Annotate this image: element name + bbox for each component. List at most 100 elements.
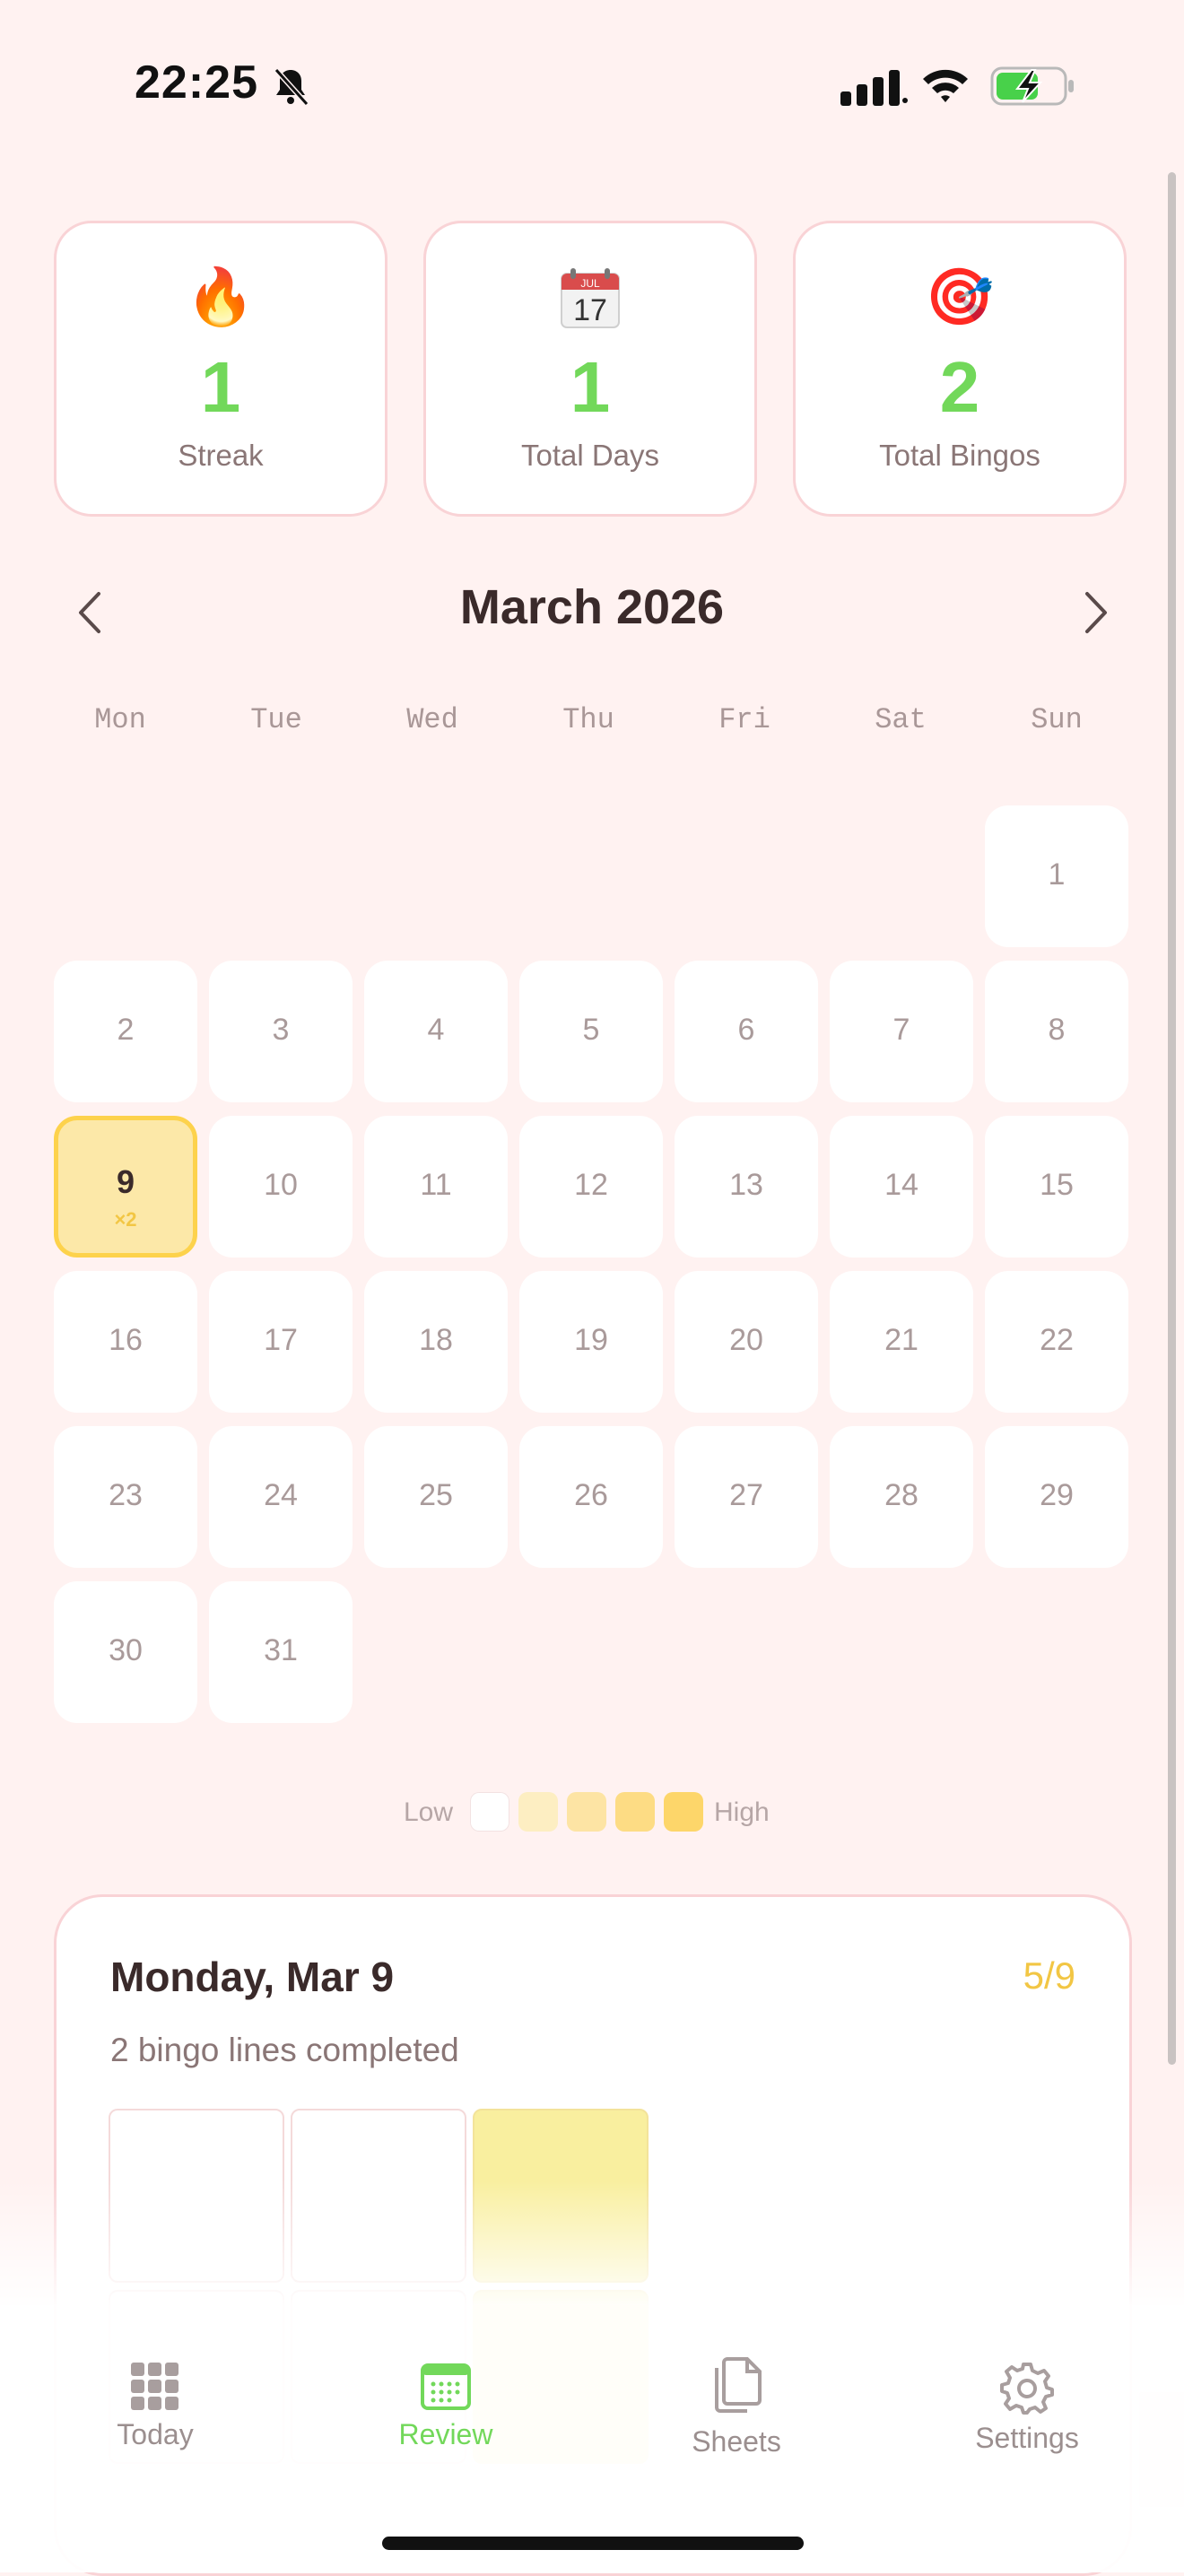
- tab-today-label: Today: [117, 2418, 194, 2450]
- calendar-day-6[interactable]: 6: [675, 961, 818, 1102]
- weekday-mon: Mon: [94, 703, 146, 736]
- calendar-day-2[interactable]: 2: [54, 961, 197, 1102]
- cellular-signal-icon: [840, 70, 908, 106]
- calendar-day-number: 22: [1040, 1323, 1074, 1357]
- legend-swatch-4: [664, 1792, 703, 1832]
- calendar-day-number: 8: [1048, 1013, 1066, 1047]
- calendar-icon-day: 17: [573, 293, 607, 327]
- stat-card-total-bingos: 🎯 2 Total Bingos: [793, 221, 1127, 517]
- detail-score: 5/9: [1023, 1954, 1075, 1997]
- calendar-day-number: 12: [574, 1168, 608, 1202]
- calendar-day-number: 24: [264, 1478, 298, 1512]
- calendar-day-number: 27: [729, 1478, 763, 1512]
- calendar-day-number: 6: [737, 1013, 755, 1047]
- documents-icon: [588, 2355, 884, 2413]
- calendar-day-11[interactable]: 11: [364, 1116, 508, 1258]
- calendar-day-number: 5: [582, 1013, 600, 1047]
- total-days-label: Total Days: [520, 439, 660, 472]
- tab-bar-fade: [0, 2180, 1184, 2305]
- calendar-day-17[interactable]: 17: [209, 1271, 353, 1413]
- calendar-day-20[interactable]: 20: [675, 1271, 818, 1413]
- calendar-icon-month: JUL: [580, 277, 600, 290]
- calendar-day-1[interactable]: 1: [985, 805, 1128, 947]
- calendar-day-10[interactable]: 10: [209, 1116, 353, 1258]
- calendar-day-5[interactable]: 5: [519, 961, 663, 1102]
- weekday-sat: Sat: [875, 703, 927, 736]
- weekday-thu: Thu: [562, 703, 614, 736]
- calendar-day-number: 10: [264, 1168, 298, 1202]
- month-title: March 2026: [459, 580, 725, 634]
- calendar-day-number: 18: [419, 1323, 453, 1357]
- calendar-day-24[interactable]: 24: [209, 1426, 353, 1568]
- detail-subtitle: 2 bingo lines completed: [110, 2032, 459, 2068]
- tab-review[interactable]: Review: [298, 2305, 594, 2485]
- calendar-day-number: 21: [884, 1323, 918, 1357]
- battery-charging-icon: [990, 66, 1074, 106]
- calendar-day-bingo-count: ×2: [114, 1208, 137, 1231]
- calendar-day-number: 31: [264, 1633, 298, 1667]
- calendar-day-25[interactable]: 25: [364, 1426, 508, 1568]
- scrollbar[interactable]: [1168, 172, 1176, 2065]
- calendar-day-27[interactable]: 27: [675, 1426, 818, 1568]
- calendar-day-number: 26: [574, 1478, 608, 1512]
- legend-swatch-1: [518, 1792, 558, 1832]
- calendar-day-22[interactable]: 22: [985, 1271, 1128, 1413]
- tab-settings[interactable]: Settings: [879, 2305, 1175, 2485]
- target-icon: 🎯: [925, 266, 995, 328]
- chevron-right-icon[interactable]: [1067, 583, 1121, 642]
- legend-swatch-3: [615, 1792, 655, 1832]
- calendar-day-number: 20: [729, 1323, 763, 1357]
- legend-high-label: High: [714, 1797, 770, 1827]
- calendar-day-3[interactable]: 3: [209, 961, 353, 1102]
- calendar-day-number: 29: [1040, 1478, 1074, 1512]
- calendar-day-8[interactable]: 8: [985, 961, 1128, 1102]
- calendar-day-number: 23: [109, 1478, 143, 1512]
- calendar-day-12[interactable]: 12: [519, 1116, 663, 1258]
- tab-sheets-label: Sheets: [692, 2425, 781, 2458]
- legend-swatch-0: [470, 1792, 509, 1832]
- calendar-day-23[interactable]: 23: [54, 1426, 197, 1568]
- calendar-day-21[interactable]: 21: [830, 1271, 973, 1413]
- grid-icon: [7, 2361, 303, 2418]
- bell-slash-icon: [274, 67, 309, 107]
- tab-today[interactable]: Today: [7, 2305, 303, 2485]
- legend-low-label: Low: [404, 1797, 454, 1827]
- calendar-day-28[interactable]: 28: [830, 1426, 973, 1568]
- calendar-day-4[interactable]: 4: [364, 961, 508, 1102]
- calendar-day-9[interactable]: 9 ×2: [54, 1116, 197, 1258]
- tab-bar: Today Review Sheets Settings: [0, 2305, 1184, 2572]
- weekday-fri: Fri: [718, 703, 770, 736]
- calendar-day-number: 28: [884, 1478, 918, 1512]
- calendar-day-13[interactable]: 13: [675, 1116, 818, 1258]
- legend-swatch-2: [567, 1792, 606, 1832]
- calendar-day-31[interactable]: 31: [209, 1581, 353, 1723]
- status-bar: 22:25: [0, 0, 1184, 170]
- tab-sheets[interactable]: Sheets: [588, 2305, 884, 2485]
- calendar-day-15[interactable]: 15: [985, 1116, 1128, 1258]
- total-bingos-value: 2: [939, 347, 980, 427]
- home-indicator[interactable]: [382, 2537, 804, 2550]
- tab-review-label: Review: [398, 2418, 493, 2450]
- status-time: 22:25: [135, 57, 258, 109]
- tab-settings-label: Settings: [975, 2422, 1079, 2454]
- calendar-day-29[interactable]: 29: [985, 1426, 1128, 1568]
- calendar-day-number: 17: [264, 1323, 298, 1357]
- calendar-day-number: 9: [116, 1163, 135, 1200]
- calendar-day-number: 16: [109, 1323, 143, 1357]
- total-days-value: 1: [570, 347, 611, 427]
- calendar-day-19[interactable]: 19: [519, 1271, 663, 1413]
- calendar-day-16[interactable]: 16: [54, 1271, 197, 1413]
- calendar-day-26[interactable]: 26: [519, 1426, 663, 1568]
- calendar-day-7[interactable]: 7: [830, 961, 973, 1102]
- calendar-day-14[interactable]: 14: [830, 1116, 973, 1258]
- calendar-day-number: 30: [109, 1633, 143, 1667]
- gear-icon: [879, 2361, 1175, 2418]
- detail-title: Monday, Mar 9: [110, 1954, 395, 2000]
- weekday-sun: Sun: [1031, 703, 1083, 736]
- calendar-day-number: 25: [419, 1478, 453, 1512]
- calendar-day-30[interactable]: 30: [54, 1581, 197, 1723]
- calendar-day-number: 15: [1040, 1168, 1074, 1202]
- calendar-day-number: 14: [884, 1168, 918, 1202]
- calendar-day-number: 2: [117, 1013, 135, 1047]
- calendar-day-18[interactable]: 18: [364, 1271, 508, 1413]
